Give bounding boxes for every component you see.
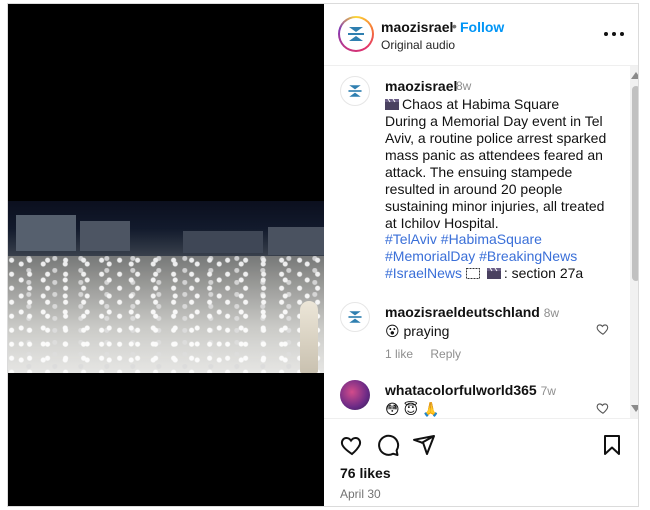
- scroll-down-arrow-icon[interactable]: [631, 405, 638, 412]
- comment-time[interactable]: 7w: [541, 384, 556, 398]
- caption-body: Chaos at Habima Square During a Memorial…: [385, 96, 607, 231]
- building: [80, 221, 130, 251]
- comment-item: whatacolorfulworld365 7w 😳 😇 🙏: [324, 380, 638, 418]
- audio-label[interactable]: Original audio: [381, 38, 455, 52]
- caption-text: Chaos at Habima Square During a Memorial…: [385, 96, 617, 232]
- post-date[interactable]: April 30: [340, 487, 381, 501]
- hashtag-link[interactable]: #BreakingNews: [479, 248, 577, 264]
- scrollbar[interactable]: [630, 66, 638, 418]
- building: [183, 231, 263, 253]
- comment-time[interactable]: 8w: [544, 306, 559, 320]
- story-avatar[interactable]: [338, 16, 374, 52]
- maoz-logo-icon: [348, 311, 362, 323]
- video-frame[interactable]: [8, 201, 324, 373]
- reply-button[interactable]: Reply: [430, 347, 461, 361]
- comment-likes[interactable]: 1 like: [385, 347, 413, 361]
- likes-count[interactable]: 76 likes: [340, 465, 391, 481]
- post-header: maozisrael • Follow Original audio: [324, 4, 638, 66]
- caption-time[interactable]: 8w: [456, 79, 471, 93]
- comment-item: maozisraeldeutschland 8w 😮 praying 1 lik…: [324, 302, 638, 362]
- avatar[interactable]: [340, 380, 370, 410]
- save-bookmark-icon[interactable]: [600, 433, 624, 457]
- avatar: [340, 18, 372, 50]
- flag-box-icon: [465, 268, 480, 279]
- video-player[interactable]: [8, 4, 324, 506]
- comment-username: maozisraeldeutschland 8w: [385, 304, 559, 320]
- tags-suffix: : section 27a: [503, 265, 584, 281]
- comment-icon[interactable]: [376, 433, 400, 457]
- post-modal: maozisrael • Follow Original audio maozi…: [7, 3, 639, 507]
- comments-scroll-area[interactable]: maozisrael 8w Chaos at Habima Square Dur…: [324, 66, 638, 418]
- clapper-icon: [385, 99, 399, 110]
- heart-icon[interactable]: [596, 322, 610, 336]
- crowd-scene: [8, 256, 324, 373]
- share-icon[interactable]: [412, 433, 436, 457]
- hashtag-link[interactable]: #MemorialDay: [385, 248, 475, 264]
- building: [16, 215, 76, 251]
- comment-username: whatacolorfulworld365 7w: [385, 382, 556, 398]
- more-options-icon[interactable]: [602, 22, 626, 46]
- scroll-up-arrow-icon[interactable]: [631, 72, 638, 79]
- umbrella: [300, 301, 318, 373]
- separator-dot: •: [452, 18, 457, 34]
- maoz-logo-icon: [345, 23, 367, 45]
- maoz-logo-icon: [348, 85, 362, 97]
- caption-username[interactable]: maozisrael: [385, 78, 457, 94]
- comment-text: 😮 praying: [385, 323, 450, 339]
- follow-button[interactable]: Follow: [460, 19, 504, 35]
- hashtag-link[interactable]: #IsraelNews: [385, 265, 462, 281]
- post-username[interactable]: maozisrael: [381, 19, 453, 35]
- avatar[interactable]: [340, 76, 370, 106]
- hashtags: #TelAviv #HabimaSquare #MemorialDay #Bre…: [385, 231, 625, 282]
- building: [268, 227, 324, 255]
- scrollbar-thumb[interactable]: [632, 86, 638, 281]
- hashtag-link[interactable]: #HabimaSquare: [441, 231, 542, 247]
- hashtag-link[interactable]: #TelAviv: [385, 231, 437, 247]
- comment-username-link[interactable]: whatacolorfulworld365: [385, 382, 537, 398]
- comment-text: 😳 😇 🙏: [385, 401, 440, 417]
- comment-meta: 1 like Reply: [385, 347, 475, 361]
- post-actions: 76 likes April 30: [324, 418, 638, 506]
- heart-icon[interactable]: [596, 401, 610, 415]
- comment-username-link[interactable]: maozisraeldeutschland: [385, 304, 540, 320]
- clapper-icon: [486, 268, 501, 279]
- post-details-panel: maozisrael • Follow Original audio maozi…: [324, 4, 638, 506]
- like-heart-icon[interactable]: [340, 433, 364, 457]
- avatar[interactable]: [340, 302, 370, 332]
